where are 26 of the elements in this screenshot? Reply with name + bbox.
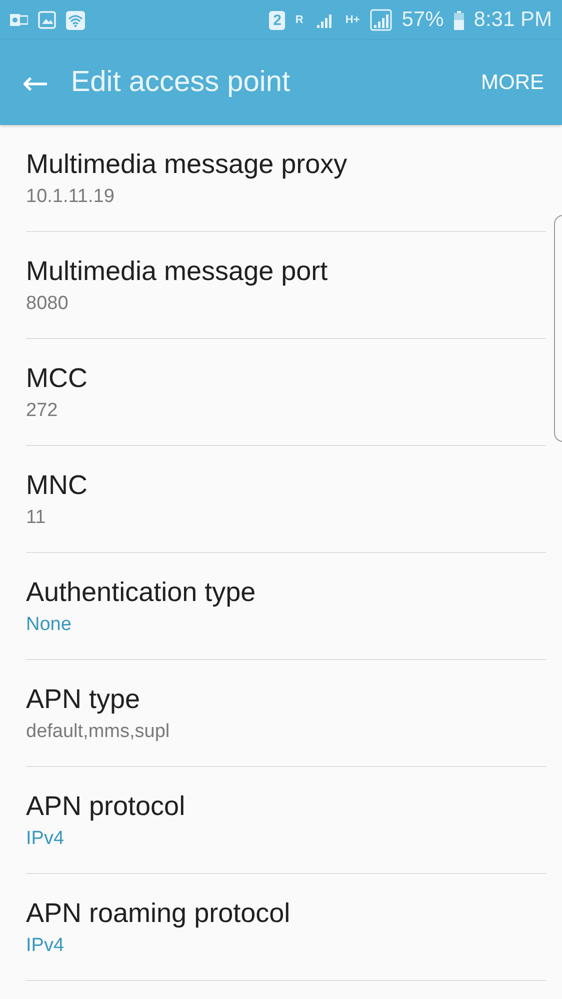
setting-label[interactable]: Authentication type xyxy=(26,576,546,608)
setting-value: default,mms,supl xyxy=(26,720,171,742)
setting-label[interactable]: Multimedia message port xyxy=(26,256,546,286)
setting-label[interactable]: APN type xyxy=(26,684,546,714)
setting-label[interactable]: MCC xyxy=(26,362,546,394)
clock: 8:31 PM xyxy=(474,8,552,32)
setting-value: 272 xyxy=(26,400,59,422)
signal-icon xyxy=(370,9,392,31)
setting-label[interactable]: APN protocol xyxy=(26,790,546,822)
setting-value: 8080 xyxy=(26,292,70,314)
image-icon xyxy=(38,11,56,29)
setting-value: IPv4 xyxy=(26,828,66,850)
wifi-icon xyxy=(66,10,85,30)
setting-label[interactable]: Multimedia message proxy xyxy=(26,148,546,180)
setting-label[interactable]: MNC xyxy=(26,470,546,500)
sim-slot-badge: 2 xyxy=(269,10,286,30)
setting-value: 11 xyxy=(26,506,47,528)
setting-label[interactable]: APN roaming protocol xyxy=(26,898,546,928)
network-type: H+ xyxy=(345,14,360,26)
setting-value: IPv4 xyxy=(26,934,66,956)
battery-icon xyxy=(454,10,464,30)
roaming-indicator: R xyxy=(295,14,304,26)
screen-title: Edit access point xyxy=(70,66,292,99)
battery-percent: 57% xyxy=(402,8,444,32)
setting-value: None xyxy=(26,614,72,636)
setting-value: 10.1.11.19 xyxy=(26,186,116,208)
